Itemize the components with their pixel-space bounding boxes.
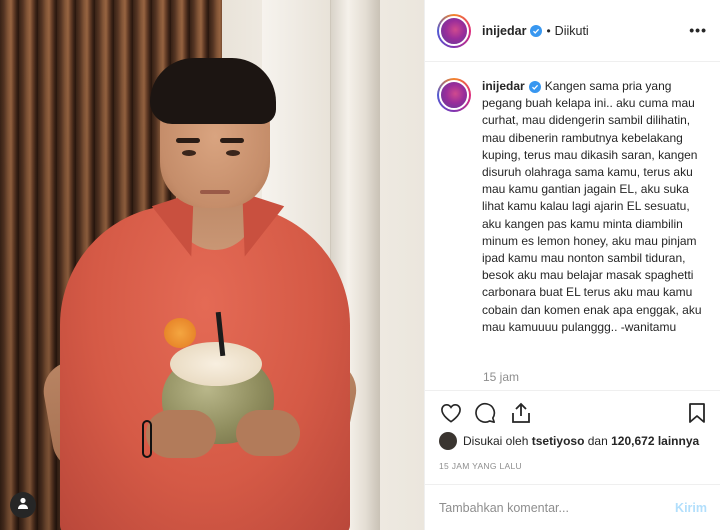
follow-status-button[interactable]: Diikuti <box>555 24 589 38</box>
post-timestamp[interactable]: 15 JAM YANG LALU <box>439 461 522 471</box>
hair <box>150 58 276 124</box>
eyebrow-right <box>220 138 244 143</box>
likes-summary: Disukai oleh tsetiyoso dan 120,672 lainn… <box>439 432 719 450</box>
marigold-flower <box>164 318 196 348</box>
likes-count[interactable]: 120,672 lainnya <box>611 434 699 448</box>
header-username[interactable]: inijedar <box>482 24 526 38</box>
mouth <box>200 190 230 194</box>
caption: inijedar Kangen sama pria yang pegang bua… <box>437 78 717 336</box>
post-photo[interactable] <box>0 0 424 530</box>
left-hand <box>146 410 216 458</box>
liker-avatar[interactable] <box>439 432 457 450</box>
bracelet <box>142 420 152 458</box>
post-detail-panel: inijedar • Diikuti ••• inijedar Kangen sa… <box>424 0 720 530</box>
share-icon[interactable] <box>509 401 533 425</box>
comment-input[interactable] <box>439 500 676 515</box>
bookmark-icon[interactable] <box>685 401 709 425</box>
eyebrow-left <box>176 138 200 143</box>
heart-icon[interactable] <box>439 401 463 425</box>
eye-right <box>226 150 240 156</box>
tagged-user-button[interactable] <box>10 492 36 518</box>
separator-dot: • <box>546 23 551 38</box>
liker-username[interactable]: tsetiyoso <box>532 434 585 448</box>
more-options-icon[interactable]: ••• <box>689 22 707 38</box>
post-header: inijedar • Diikuti ••• <box>425 0 720 62</box>
verified-badge-icon <box>530 24 543 37</box>
avatar[interactable] <box>437 13 471 48</box>
eye-left <box>182 150 196 156</box>
caption-text: Kangen sama pria yang pegang buah kelapa… <box>482 79 702 334</box>
comment-bubble-icon[interactable] <box>473 401 497 425</box>
caption-time[interactable]: 15 jam <box>483 370 519 384</box>
caption-avatar[interactable] <box>437 78 471 112</box>
caption-body: inijedar Kangen sama pria yang pegang bua… <box>482 78 704 336</box>
caption-username[interactable]: inijedar <box>482 79 525 93</box>
comment-form: Kirim <box>425 484 720 530</box>
likes-prefix: Disukai oleh <box>463 434 529 448</box>
right-hand <box>236 410 300 456</box>
action-bar <box>425 390 720 438</box>
send-button[interactable]: Kirim <box>675 501 707 515</box>
likes-middle: dan <box>587 434 608 448</box>
user-icon <box>16 496 30 515</box>
verified-badge-icon <box>528 81 541 93</box>
coconut-opening <box>170 342 262 386</box>
